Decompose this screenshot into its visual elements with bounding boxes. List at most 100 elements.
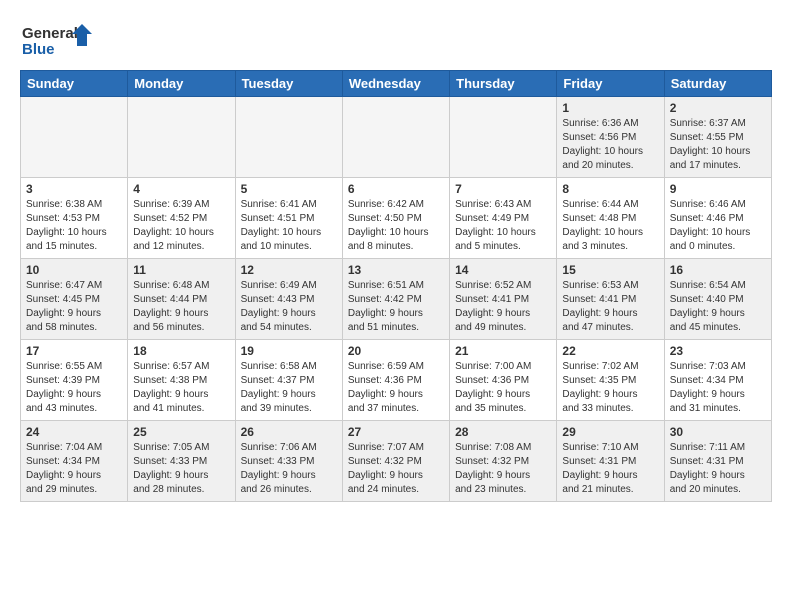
day-number: 6 <box>348 182 444 196</box>
day-number: 3 <box>26 182 122 196</box>
calendar-cell: 15 Sunrise: 6:53 AM Sunset: 4:41 PM Dayli… <box>557 259 664 340</box>
calendar-cell: 26 Sunrise: 7:06 AM Sunset: 4:33 PM Dayli… <box>235 421 342 502</box>
calendar-cell: 17Sunrise: 6:55 AM Sunset: 4:39 PM Dayli… <box>21 340 128 421</box>
day-info: Sunrise: 6:39 AM Sunset: 4:52 PM Dayligh… <box>133 198 229 254</box>
day-info: Sunrise: 6:41 AM Sunset: 4:51 PM Dayligh… <box>241 198 337 254</box>
day-number: 11 <box>133 263 229 277</box>
day-number: 20 <box>348 344 444 358</box>
weekday-header: Tuesday <box>235 71 342 97</box>
calendar-cell: 3 Sunrise: 6:38 AM Sunset: 4:53 PM Daylig… <box>21 178 128 259</box>
weekday-header: Saturday <box>664 71 771 97</box>
day-info: Sunrise: 7:04 AM Sunset: 4:34 PM Dayligh… <box>26 441 122 497</box>
calendar-cell: 1 Sunrise: 6:36 AM Sunset: 4:56 PM Daylig… <box>557 97 664 178</box>
calendar-cell: 9Sunrise: 6:46 AM Sunset: 4:46 PM Daylig… <box>664 178 771 259</box>
calendar-cell: 27 Sunrise: 7:07 AM Sunset: 4:32 PM Dayli… <box>342 421 449 502</box>
calendar-cell: 4 Sunrise: 6:39 AM Sunset: 4:52 PM Daylig… <box>128 178 235 259</box>
day-info: Sunrise: 7:10 AM Sunset: 4:31 PM Dayligh… <box>562 441 658 497</box>
calendar-cell: 20 Sunrise: 6:59 AM Sunset: 4:36 PM Dayli… <box>342 340 449 421</box>
calendar-week-row: 17Sunrise: 6:55 AM Sunset: 4:39 PM Dayli… <box>21 340 772 421</box>
day-number: 25 <box>133 425 229 439</box>
day-info: Sunrise: 7:07 AM Sunset: 4:32 PM Dayligh… <box>348 441 444 497</box>
day-number: 15 <box>562 263 658 277</box>
day-info: Sunrise: 6:38 AM Sunset: 4:53 PM Dayligh… <box>26 198 122 254</box>
calendar-cell: 12Sunrise: 6:49 AM Sunset: 4:43 PM Dayli… <box>235 259 342 340</box>
day-info: Sunrise: 6:42 AM Sunset: 4:50 PM Dayligh… <box>348 198 444 254</box>
calendar-header-row: SundayMondayTuesdayWednesdayThursdayFrid… <box>21 71 772 97</box>
day-info: Sunrise: 6:48 AM Sunset: 4:44 PM Dayligh… <box>133 279 229 335</box>
weekday-header: Wednesday <box>342 71 449 97</box>
day-info: Sunrise: 6:55 AM Sunset: 4:39 PM Dayligh… <box>26 360 122 416</box>
page-header: GeneralBlue <box>20 20 772 60</box>
day-info: Sunrise: 6:53 AM Sunset: 4:41 PM Dayligh… <box>562 279 658 335</box>
day-number: 2 <box>670 101 766 115</box>
calendar-cell: 19Sunrise: 6:58 AM Sunset: 4:37 PM Dayli… <box>235 340 342 421</box>
day-info: Sunrise: 6:58 AM Sunset: 4:37 PM Dayligh… <box>241 360 337 416</box>
calendar-cell: 21 Sunrise: 7:00 AM Sunset: 4:36 PM Dayli… <box>450 340 557 421</box>
day-number: 22 <box>562 344 658 358</box>
day-number: 14 <box>455 263 551 277</box>
calendar-cell: 2 Sunrise: 6:37 AM Sunset: 4:55 PM Daylig… <box>664 97 771 178</box>
calendar-cell <box>128 97 235 178</box>
day-number: 27 <box>348 425 444 439</box>
day-number: 21 <box>455 344 551 358</box>
day-info: Sunrise: 7:06 AM Sunset: 4:33 PM Dayligh… <box>241 441 337 497</box>
day-info: Sunrise: 7:08 AM Sunset: 4:32 PM Dayligh… <box>455 441 551 497</box>
day-info: Sunrise: 6:51 AM Sunset: 4:42 PM Dayligh… <box>348 279 444 335</box>
day-number: 1 <box>562 101 658 115</box>
day-info: Sunrise: 7:02 AM Sunset: 4:35 PM Dayligh… <box>562 360 658 416</box>
day-number: 30 <box>670 425 766 439</box>
calendar-week-row: 10Sunrise: 6:47 AM Sunset: 4:45 PM Dayli… <box>21 259 772 340</box>
day-info: Sunrise: 6:37 AM Sunset: 4:55 PM Dayligh… <box>670 117 766 173</box>
day-info: Sunrise: 6:44 AM Sunset: 4:48 PM Dayligh… <box>562 198 658 254</box>
calendar-cell <box>235 97 342 178</box>
day-info: Sunrise: 6:59 AM Sunset: 4:36 PM Dayligh… <box>348 360 444 416</box>
day-info: Sunrise: 7:11 AM Sunset: 4:31 PM Dayligh… <box>670 441 766 497</box>
calendar-cell <box>21 97 128 178</box>
day-number: 13 <box>348 263 444 277</box>
day-number: 12 <box>241 263 337 277</box>
day-info: Sunrise: 6:54 AM Sunset: 4:40 PM Dayligh… <box>670 279 766 335</box>
calendar-cell: 5 Sunrise: 6:41 AM Sunset: 4:51 PM Daylig… <box>235 178 342 259</box>
calendar-cell <box>342 97 449 178</box>
day-number: 26 <box>241 425 337 439</box>
day-number: 7 <box>455 182 551 196</box>
day-number: 24 <box>26 425 122 439</box>
calendar-week-row: 3 Sunrise: 6:38 AM Sunset: 4:53 PM Daylig… <box>21 178 772 259</box>
day-info: Sunrise: 7:03 AM Sunset: 4:34 PM Dayligh… <box>670 360 766 416</box>
calendar-cell: 18Sunrise: 6:57 AM Sunset: 4:38 PM Dayli… <box>128 340 235 421</box>
logo: GeneralBlue <box>20 20 100 60</box>
day-info: Sunrise: 7:00 AM Sunset: 4:36 PM Dayligh… <box>455 360 551 416</box>
calendar-cell: 30 Sunrise: 7:11 AM Sunset: 4:31 PM Dayli… <box>664 421 771 502</box>
day-number: 16 <box>670 263 766 277</box>
calendar-cell <box>450 97 557 178</box>
calendar-cell: 28Sunrise: 7:08 AM Sunset: 4:32 PM Dayli… <box>450 421 557 502</box>
weekday-header: Friday <box>557 71 664 97</box>
calendar-cell: 6 Sunrise: 6:42 AM Sunset: 4:50 PM Daylig… <box>342 178 449 259</box>
day-number: 8 <box>562 182 658 196</box>
day-info: Sunrise: 6:57 AM Sunset: 4:38 PM Dayligh… <box>133 360 229 416</box>
calendar-cell: 23 Sunrise: 7:03 AM Sunset: 4:34 PM Dayli… <box>664 340 771 421</box>
calendar-week-row: 1 Sunrise: 6:36 AM Sunset: 4:56 PM Daylig… <box>21 97 772 178</box>
day-info: Sunrise: 7:05 AM Sunset: 4:33 PM Dayligh… <box>133 441 229 497</box>
day-info: Sunrise: 6:52 AM Sunset: 4:41 PM Dayligh… <box>455 279 551 335</box>
weekday-header: Thursday <box>450 71 557 97</box>
day-info: Sunrise: 6:36 AM Sunset: 4:56 PM Dayligh… <box>562 117 658 173</box>
calendar-table: SundayMondayTuesdayWednesdayThursdayFrid… <box>20 70 772 502</box>
day-number: 4 <box>133 182 229 196</box>
day-number: 23 <box>670 344 766 358</box>
calendar-cell: 10Sunrise: 6:47 AM Sunset: 4:45 PM Dayli… <box>21 259 128 340</box>
calendar-cell: 11 Sunrise: 6:48 AM Sunset: 4:44 PM Dayli… <box>128 259 235 340</box>
svg-text:Blue: Blue <box>22 41 55 58</box>
calendar-cell: 24 Sunrise: 7:04 AM Sunset: 4:34 PM Dayli… <box>21 421 128 502</box>
calendar-page: GeneralBlue SundayMondayTuesdayWednesday… <box>0 0 792 512</box>
logo-icon: GeneralBlue <box>20 20 100 60</box>
calendar-cell: 25 Sunrise: 7:05 AM Sunset: 4:33 PM Dayli… <box>128 421 235 502</box>
calendar-cell: 14 Sunrise: 6:52 AM Sunset: 4:41 PM Dayli… <box>450 259 557 340</box>
day-number: 29 <box>562 425 658 439</box>
calendar-cell: 16 Sunrise: 6:54 AM Sunset: 4:40 PM Dayli… <box>664 259 771 340</box>
weekday-header: Monday <box>128 71 235 97</box>
day-number: 5 <box>241 182 337 196</box>
day-info: Sunrise: 6:43 AM Sunset: 4:49 PM Dayligh… <box>455 198 551 254</box>
day-number: 10 <box>26 263 122 277</box>
weekday-header: Sunday <box>21 71 128 97</box>
